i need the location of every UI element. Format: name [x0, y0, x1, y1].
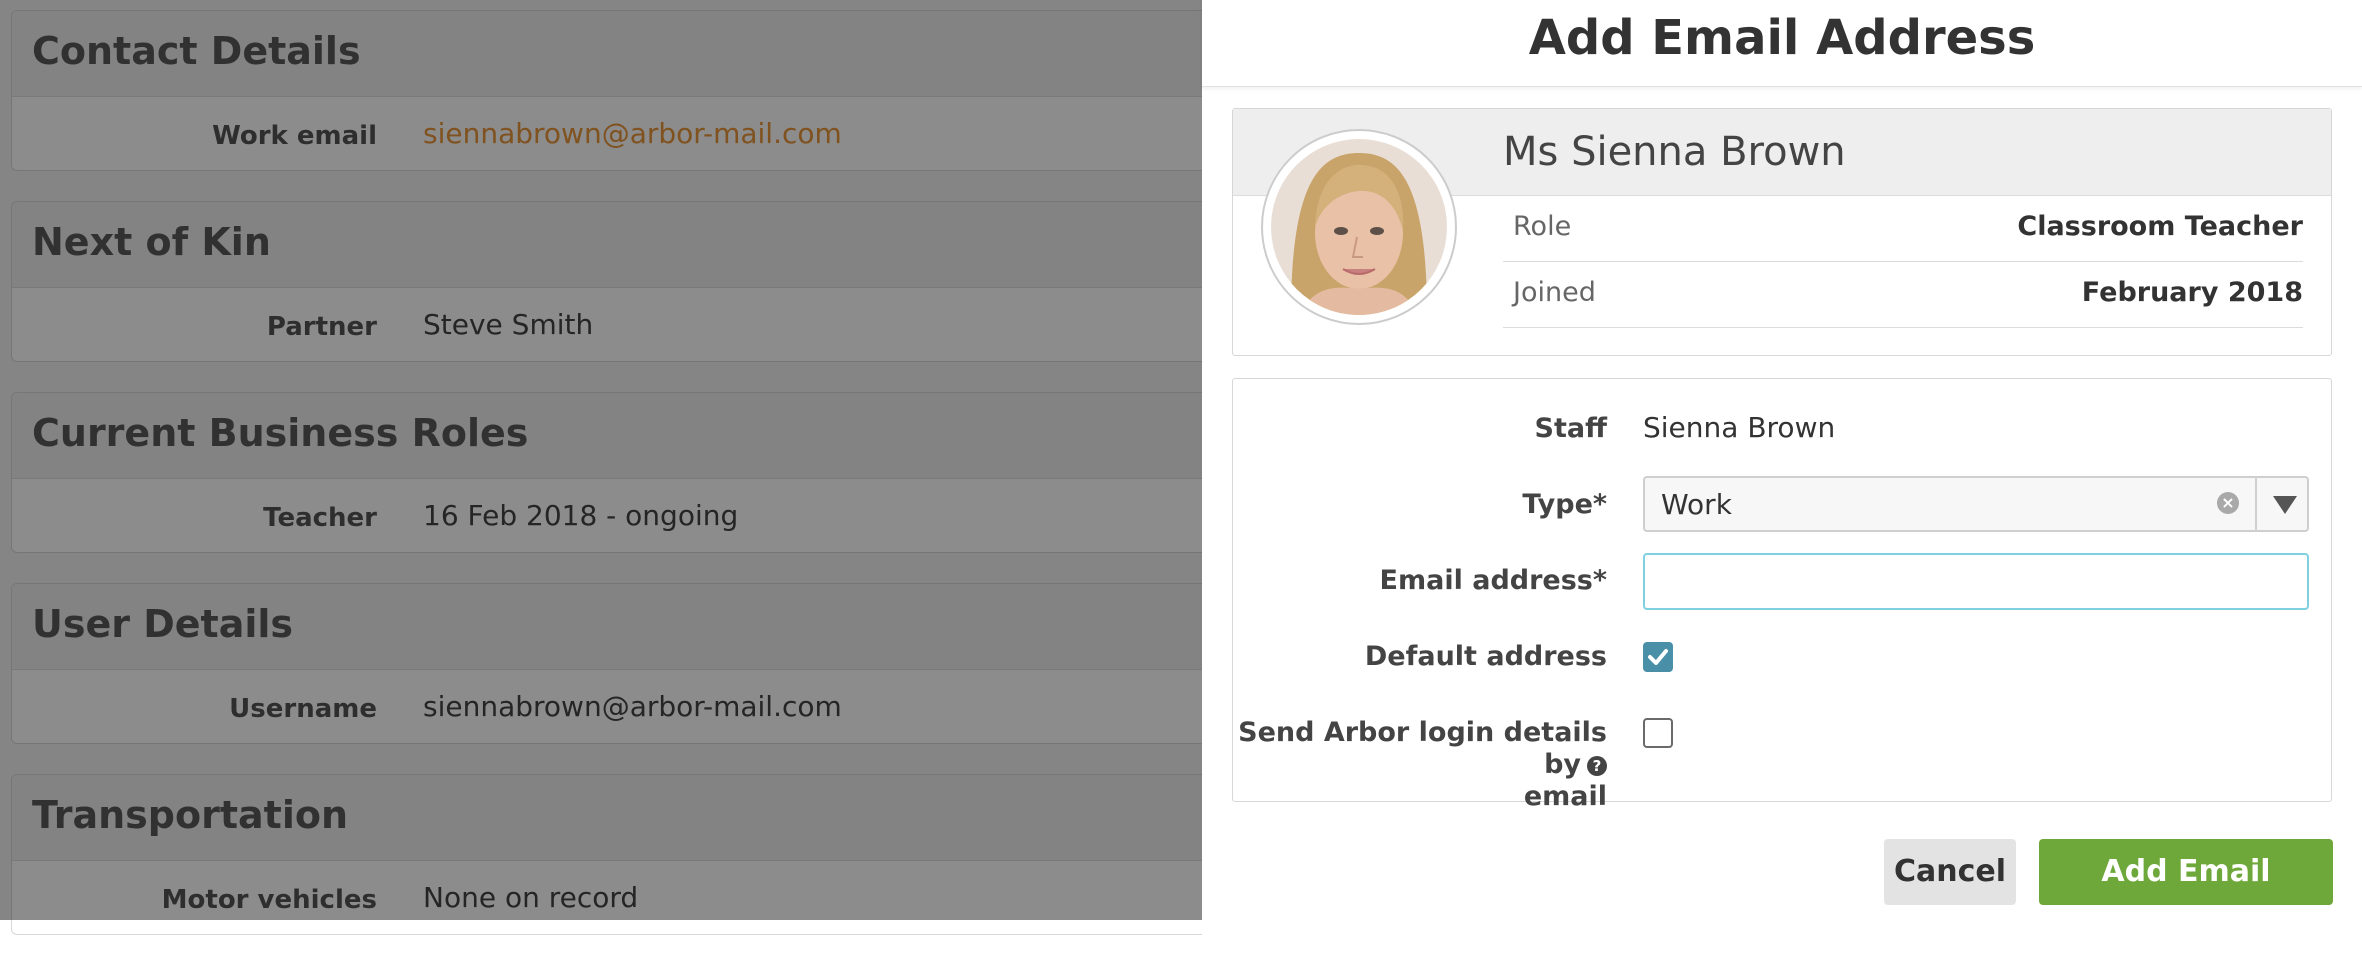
drawer-title: Add Email Address — [1528, 10, 2036, 66]
type-select[interactable]: Work × — [1643, 476, 2309, 532]
chevron-down-icon[interactable] — [2273, 496, 2297, 514]
joined-label: Joined — [1513, 277, 1596, 308]
avatar-photo-icon — [1271, 139, 1447, 315]
info-row-role: Role Classroom Teacher — [1503, 195, 2303, 262]
email-label: Email address* — [1379, 565, 1607, 596]
drawer-header: Add Email Address — [1202, 0, 2362, 87]
type-label: Type* — [1522, 489, 1607, 520]
staff-label: Staff — [1534, 413, 1607, 444]
help-icon[interactable]: ? — [1587, 755, 1607, 776]
staff-value: Sienna Brown — [1643, 411, 1836, 444]
type-select-value: Work — [1661, 488, 1732, 521]
add-email-drawer: Add Email Address Ms Sienna Brown Role C… — [1202, 0, 2362, 955]
avatar — [1261, 129, 1457, 325]
checkmark-icon — [1648, 649, 1668, 665]
clear-icon[interactable]: × — [2217, 492, 2239, 514]
info-row-joined: Joined February 2018 — [1503, 261, 2303, 328]
person-name: Ms Sienna Brown — [1503, 129, 1846, 175]
send-login-label: Send Arbor login details by? email — [1233, 717, 1607, 813]
role-value: Classroom Teacher — [2017, 211, 2303, 242]
send-login-label-line2: email — [1523, 781, 1607, 812]
default-address-checkbox[interactable] — [1643, 642, 1673, 672]
email-address-input[interactable] — [1643, 553, 2309, 610]
joined-value: February 2018 — [2081, 277, 2303, 308]
send-login-checkbox[interactable] — [1643, 718, 1673, 748]
email-form: Staff Sienna Brown Type* Work × Email ad… — [1232, 378, 2332, 812]
add-email-address-button[interactable]: Add Email Address — [2039, 839, 2333, 955]
modal-overlay[interactable] — [0, 0, 1202, 920]
send-login-label-line1: Send Arbor login details by — [1238, 717, 1607, 780]
avatar-photo — [1271, 139, 1447, 315]
profile-card: Ms Sienna Brown Role Classroom Teacher J… — [1232, 108, 2332, 356]
default-address-label: Default address — [1364, 641, 1607, 672]
cancel-button[interactable]: Cancel — [1884, 839, 2016, 905]
role-label: Role — [1513, 211, 1572, 242]
